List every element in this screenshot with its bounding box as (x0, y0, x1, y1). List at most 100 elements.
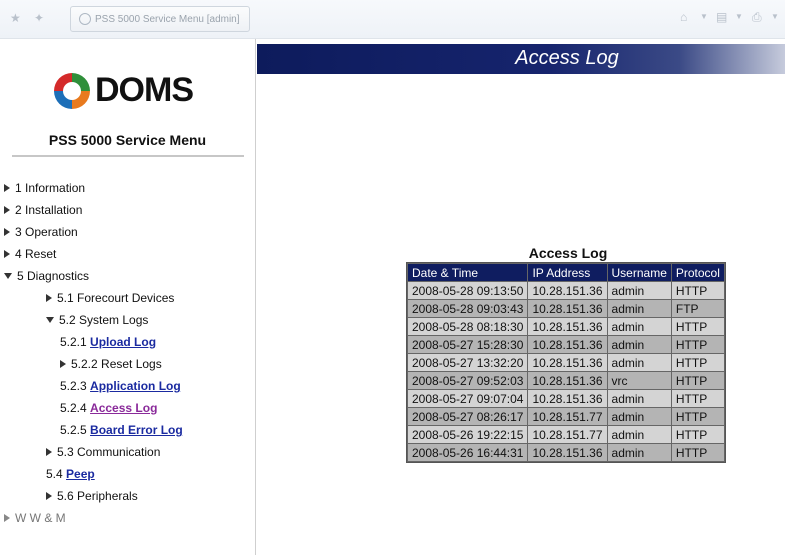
menu-divider (12, 155, 244, 157)
menu-item-reset[interactable]: 4 Reset (4, 246, 56, 262)
table-cell: admin (607, 390, 671, 407)
application-log-link[interactable]: Application Log (90, 379, 181, 393)
table-cell: admin (607, 354, 671, 371)
print-icon[interactable]: ⎙ (752, 10, 762, 25)
column-header: IP Address (528, 264, 607, 281)
table-cell: 10.28.151.36 (528, 336, 607, 353)
access-log-link[interactable]: Access Log (90, 401, 157, 415)
table-row: 2008-05-28 09:03:43 10.28.151.36 admin FTP (408, 300, 724, 317)
page-header: Access Log (257, 44, 785, 74)
table-cell: HTTP (671, 408, 724, 425)
table-cell: 10.28.151.77 (528, 408, 607, 425)
expand-arrow-icon[interactable] (46, 447, 52, 456)
logo-text: DOMS (95, 71, 194, 109)
table-cell: HTTP (671, 318, 724, 335)
menu-item-operation[interactable]: 3 Operation (4, 224, 78, 240)
feeds-icon[interactable]: ▤ (716, 10, 727, 24)
table-cell: HTTP (671, 426, 724, 443)
expand-arrow-icon[interactable] (60, 359, 66, 368)
table-cell: vrc (607, 372, 671, 389)
favorites-star-icon[interactable]: ★ (10, 11, 21, 25)
table-cell: admin (607, 282, 671, 299)
menu-item-upload-log: 5.2.1 Upload Log (60, 335, 157, 349)
table-cell: 2008-05-28 08:18:30 (408, 318, 528, 335)
table-row: 2008-05-27 09:07:04 10.28.151.36 admin HTTP (408, 390, 724, 407)
table-cell: 10.28.151.36 (528, 390, 607, 407)
table-cell: admin (607, 318, 671, 335)
table-cell: 10.28.151.36 (528, 300, 607, 317)
home-dropdown-icon[interactable]: ▼ (700, 12, 708, 21)
menu-item-installation[interactable]: 2 Installation (4, 202, 82, 218)
table-cell: 10.28.151.36 (528, 354, 607, 371)
table-cell: admin (607, 300, 671, 317)
table-row: 2008-05-27 08:26:17 10.28.151.77 admin HTTP (408, 408, 724, 425)
expand-arrow-icon[interactable] (46, 491, 52, 500)
table-cell: 10.28.151.36 (528, 318, 607, 335)
table-cell: HTTP (671, 390, 724, 407)
table-cell: HTTP (671, 336, 724, 353)
browser-toolbar: ★ ✦ PSS 5000 Service Menu [admin] ⌂ ▼ ▤ … (0, 0, 785, 39)
browser-tab[interactable]: PSS 5000 Service Menu [admin] (70, 6, 250, 32)
menu-item-peep: 5.4 Peep (46, 467, 95, 481)
collapse-arrow-icon[interactable] (46, 316, 54, 323)
doms-logo: DOMS (52, 69, 222, 117)
menu-item-information[interactable]: 1 Information (4, 180, 85, 196)
board-error-log-link[interactable]: Board Error Log (90, 423, 183, 437)
menu-item-diagnostics[interactable]: 5 Diagnostics (4, 268, 89, 284)
table-cell: HTTP (671, 282, 724, 299)
menu-item-application-log: 5.2.3 Application Log (60, 379, 181, 393)
page-loading-icon (79, 13, 91, 25)
table-row: 2008-05-28 09:13:50 10.28.151.36 admin HTTP (408, 282, 724, 299)
menu-item-peripherals[interactable]: 5.6 Peripherals (46, 488, 138, 504)
sidebar: DOMS PSS 5000 Service Menu 1 Information… (0, 39, 256, 555)
doms-logo-icon (54, 73, 90, 109)
peep-link[interactable]: Peep (66, 467, 95, 481)
table-cell: admin (607, 408, 671, 425)
table-cell: admin (607, 336, 671, 353)
expand-arrow-icon[interactable] (4, 183, 10, 192)
table-row: 2008-05-26 19:22:15 10.28.151.77 admin HTTP (408, 426, 724, 443)
column-header: Username (607, 264, 671, 281)
table-cell: 2008-05-28 09:13:50 (408, 282, 528, 299)
table-cell: 10.28.151.36 (528, 282, 607, 299)
expand-arrow-icon[interactable] (4, 205, 10, 214)
table-row: 2008-05-27 09:52:03 10.28.151.36 vrc HTTP (408, 372, 724, 389)
table-cell: 10.28.151.77 (528, 426, 607, 443)
table-cell: 2008-05-27 15:28:30 (408, 336, 528, 353)
table-row: 2008-05-27 15:28:30 10.28.151.36 admin HTTP (408, 336, 724, 353)
table-title: Access Log (528, 245, 608, 261)
table-cell: HTTP (671, 444, 724, 461)
menu-item-wwm[interactable]: W W & M (4, 510, 66, 526)
page-title: Access Log (515, 47, 619, 69)
menu-item-reset-logs[interactable]: 5.2.2 Reset Logs (60, 356, 162, 372)
table-cell: admin (607, 444, 671, 461)
menu-item-forecourt-devices[interactable]: 5.1 Forecourt Devices (46, 290, 174, 306)
tab-title: PSS 5000 Service Menu [admin] (95, 13, 240, 25)
expand-arrow-icon[interactable] (4, 249, 10, 258)
collapse-arrow-icon[interactable] (4, 272, 12, 279)
table-cell: admin (607, 426, 671, 443)
table-body: 2008-05-28 09:13:50 10.28.151.36 admin HTTP… (408, 282, 724, 461)
menu-item-communication[interactable]: 5.3 Communication (46, 444, 160, 460)
expand-arrow-icon[interactable] (46, 293, 52, 302)
home-icon[interactable]: ⌂ (680, 10, 687, 24)
menu-item-access-log: 5.2.4 Access Log (60, 401, 158, 415)
menu-item-system-logs[interactable]: 5.2 System Logs (46, 312, 148, 328)
table-cell: 2008-05-27 08:26:17 (408, 408, 528, 425)
upload-log-link[interactable]: Upload Log (90, 335, 156, 349)
table-cell: 10.28.151.36 (528, 444, 607, 461)
expand-arrow-icon[interactable] (4, 227, 10, 236)
print-dropdown-icon[interactable]: ▼ (771, 12, 779, 21)
access-log-table: Date & Time IP Address Username Protocol… (406, 262, 726, 463)
table-cell: 2008-05-27 09:07:04 (408, 390, 528, 407)
feeds-dropdown-icon[interactable]: ▼ (735, 12, 743, 21)
table-row: 2008-05-26 16:44:31 10.28.151.36 admin HTTP (408, 444, 724, 461)
table-cell: 2008-05-26 19:22:15 (408, 426, 528, 443)
table-row: 2008-05-27 13:32:20 10.28.151.36 admin HTTP (408, 354, 724, 371)
menu-item-board-error-log: 5.2.5 Board Error Log (60, 423, 183, 437)
favorites-add-icon[interactable]: ✦ (34, 11, 44, 25)
table-cell: HTTP (671, 354, 724, 371)
table-cell: HTTP (671, 372, 724, 389)
table-row: 2008-05-28 08:18:30 10.28.151.36 admin HTTP (408, 318, 724, 335)
expand-arrow-icon[interactable] (4, 513, 10, 522)
